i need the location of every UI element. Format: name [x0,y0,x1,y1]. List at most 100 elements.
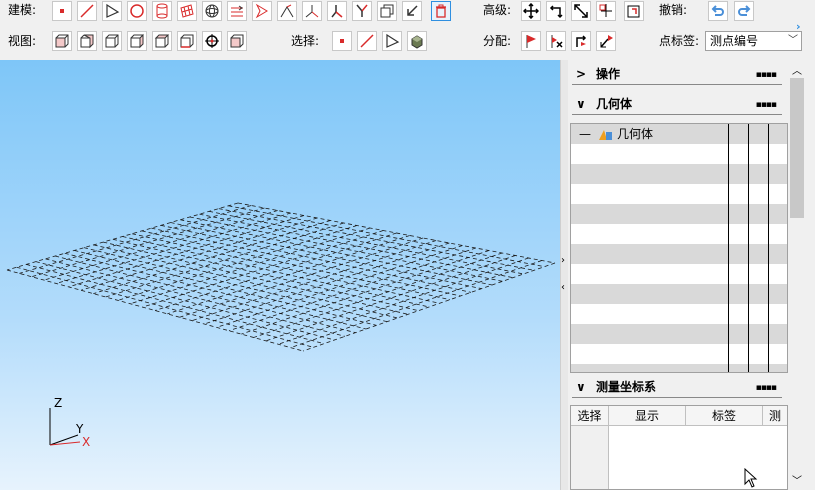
mesh-line [74,250,377,326]
scale-button[interactable] [571,1,591,21]
column-divider [768,124,769,372]
col-label[interactable]: 标签 [686,406,763,426]
flag-remove-icon [551,35,563,48]
grid-surface-button[interactable] [177,1,197,21]
line-button[interactable] [77,1,97,21]
view-right-button[interactable] [127,31,147,51]
mesh-line [112,238,419,312]
select-point-button[interactable] [332,31,352,51]
trash-icon [436,4,446,18]
view-bottom-button[interactable] [177,31,197,51]
rotate-button[interactable] [546,1,566,21]
select-solid-button[interactable] [407,31,427,51]
cube-bottom-icon [180,34,194,48]
tree-row[interactable] [571,144,787,164]
geometry-header[interactable]: ∨ 几何体 ▪▪▪▪ [572,93,782,115]
tree-row[interactable] [571,344,787,364]
column-divider [748,124,749,372]
mesh-line [35,261,335,341]
tree-row[interactable] [571,244,787,264]
rotate-icon [549,5,563,19]
sphere-icon [205,4,219,18]
assign-diagonal-button[interactable] [596,31,616,51]
tree-row[interactable] [571,164,787,184]
col-display[interactable]: 显示 [609,406,686,426]
cylinder-button[interactable] [152,1,172,21]
mirror-button[interactable] [624,1,644,21]
circle-button[interactable] [127,1,147,21]
copy-button[interactable] [377,1,397,21]
flag-icon [526,35,536,48]
view-front-button[interactable] [52,31,72,51]
cursor-icon [744,468,758,488]
geometry-title: 几何体 [596,97,633,111]
tree-root-item[interactable]: — 几何体 [571,124,787,144]
axis-x-label: X [82,435,91,449]
y-joint-button[interactable] [352,1,372,21]
redo-button[interactable] [734,1,754,21]
advanced-label: 高级: [483,3,512,17]
tree-row[interactable] [571,224,787,244]
tree-root-label: 几何体 [617,127,654,141]
view-center-button[interactable] [202,31,222,51]
fork-button[interactable] [327,1,347,21]
panel-expand-icon[interactable]: › [796,20,801,33]
vertical-scrollbar[interactable]: ︿ ﹀ [788,60,806,490]
redo-icon [738,5,751,16]
view-back-button[interactable] [77,31,97,51]
operations-header[interactable]: > 操作 ▪▪▪▪ [572,63,782,85]
tree-row[interactable] [571,264,787,284]
coord-header[interactable]: ∨ 测量坐标系 ▪▪▪▪ [572,376,782,398]
tree-row[interactable] [571,204,787,224]
chevron-right-icon[interactable]: › [561,255,565,266]
align-button[interactable] [596,1,616,21]
row-header-column [571,426,609,489]
tree-row[interactable] [571,304,787,324]
scroll-up-icon[interactable]: ︿ [792,62,802,77]
point-icon [60,9,64,13]
chevron-left-icon[interactable]: ‹ [561,282,565,293]
geometry-tree[interactable]: — 几何体 [570,123,788,373]
scroll-thumb[interactable] [790,78,804,218]
select-line-button[interactable] [357,31,377,51]
sphere-button[interactable] [202,1,222,21]
assign-flag-button[interactable] [521,31,541,51]
col-select[interactable]: 选择 [571,406,609,426]
tree-row[interactable] [571,284,787,304]
cube-top-icon [154,34,170,48]
point-button[interactable] [52,1,72,21]
3d-viewport[interactable]: Z Y X [0,60,560,490]
move-button[interactable] [521,1,541,21]
col-measure[interactable]: 测 [763,406,787,426]
tree-row[interactable] [571,324,787,344]
modeling-label: 建模: [8,3,37,17]
undo-button[interactable] [708,1,728,21]
branch-button[interactable] [302,1,322,21]
panel-splitter[interactable]: › ‹ [560,60,568,490]
view-iso-button[interactable] [227,31,247,51]
scroll-down-icon[interactable]: ﹀ [792,472,802,487]
view-left-button[interactable] [102,31,122,51]
select-triangle-button[interactable] [382,31,402,51]
assign-turn-button[interactable] [571,31,591,51]
select-label: 选择: [291,34,320,48]
arrow-select-button[interactable] [252,1,272,21]
cube-left-icon [105,34,119,48]
split-button[interactable] [277,1,297,21]
view-top-button[interactable] [152,31,172,51]
scale-icon [574,4,588,18]
side-panel: > 操作 ▪▪▪▪ ∨ 几何体 ▪▪▪▪ — 几何体 ∨ 测量坐标系 ▪▪▪▪ … [568,60,788,490]
tree-row[interactable] [571,364,787,372]
move-in-button[interactable] [402,1,422,21]
branch-icon [305,5,319,18]
triangle-button[interactable] [102,1,122,21]
cylinder-icon [156,3,168,19]
assign-remove-button[interactable] [546,31,566,51]
mesh-line [117,225,357,301]
undo-label: 撤销: [659,3,688,17]
tree-row[interactable] [571,184,787,204]
extrude-button[interactable] [227,1,247,21]
turn-icon [576,35,587,47]
point-label-select[interactable]: 测点编号 ﹀ [705,31,802,51]
delete-button[interactable] [431,1,451,21]
